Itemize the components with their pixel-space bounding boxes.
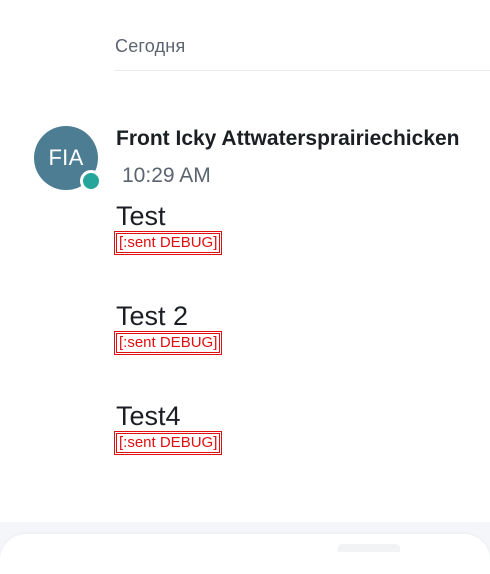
message-text: Test 2 (116, 301, 189, 331)
date-separator: Сегодня (115, 34, 490, 74)
message-text: Test4 (116, 401, 181, 431)
composer-handle[interactable] (338, 544, 400, 552)
message-text: Test (116, 201, 166, 231)
debug-status-tag: [:sent DEBUG] (113, 431, 223, 455)
composer-area (0, 522, 490, 574)
debug-status-tag: [:sent DEBUG] (113, 331, 223, 355)
avatar-initials: FIA (48, 145, 84, 170)
sender-name[interactable]: Front Icky Attwatersprairiechicken (116, 127, 490, 151)
online-status-dot (80, 170, 102, 192)
date-separator-line (115, 70, 490, 71)
message-item[interactable]: Test4 [:sent DEBUG] (113, 400, 223, 455)
date-separator-label: Сегодня (115, 36, 186, 56)
message-list[interactable]: Сегодня FIA Front Icky Attwatersprairiec… (0, 0, 490, 520)
composer-panel[interactable] (0, 534, 490, 574)
message-item[interactable]: Test [:sent DEBUG] (113, 200, 223, 255)
message-item[interactable]: Test 2 [:sent DEBUG] (113, 300, 223, 355)
message-timestamp: 10:29 AM (122, 164, 211, 187)
debug-status-tag: [:sent DEBUG] (113, 231, 223, 255)
